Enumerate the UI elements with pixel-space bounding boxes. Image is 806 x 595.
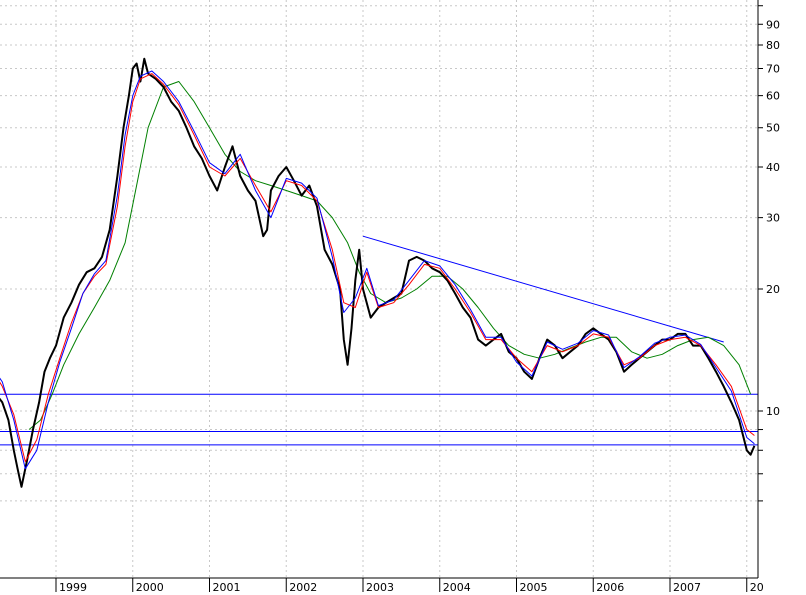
y-tick-label: 70 — [766, 63, 780, 76]
x-tick-label: 2000 — [136, 581, 164, 594]
y-tick-label: 60 — [766, 90, 780, 103]
x-tick-label: 20 — [750, 581, 764, 594]
price-chart: 90 80 70 60 50 40 30 20 10 1999 2000 2001 2002 2003 2… — [0, 0, 806, 595]
x-tick-label: 2003 — [366, 581, 394, 594]
x-tick-label: 2004 — [443, 581, 471, 594]
y-tick-label: 50 — [766, 122, 780, 135]
y-tick-label: 80 — [766, 39, 780, 52]
x-tick-label: 2006 — [596, 581, 624, 594]
y-tick-label: 20 — [766, 283, 780, 296]
y-tick-label: 10 — [766, 405, 780, 418]
y-tick-label: 90 — [766, 18, 780, 31]
x-tick-label: 1999 — [59, 581, 87, 594]
x-tick-label: 2005 — [520, 581, 548, 594]
y-tick-label: 40 — [766, 161, 780, 174]
y-tick-label: 30 — [766, 212, 780, 225]
x-tick-label: 2002 — [289, 581, 317, 594]
x-tick-label: 2001 — [213, 581, 241, 594]
x-tick-label: 2007 — [673, 581, 701, 594]
